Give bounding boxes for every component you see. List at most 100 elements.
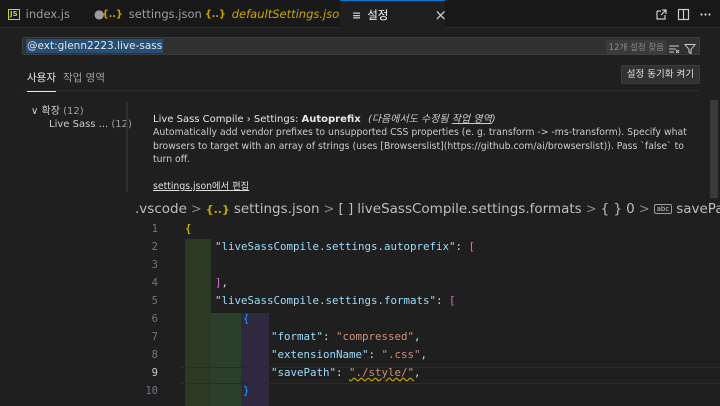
json-key: "liveSassCompile.settings.formats" xyxy=(215,294,437,307)
array-symbol-icon: [ ] xyxy=(338,201,354,217)
line-number: 6 xyxy=(151,313,158,325)
object-symbol-icon: { } xyxy=(600,201,623,217)
tab-label: index.js xyxy=(25,7,70,21)
bracket: [ xyxy=(468,240,476,253)
comma: , xyxy=(414,366,421,379)
line-number: 2 xyxy=(151,241,158,253)
tab-user-settings[interactable]: 사용자 xyxy=(27,70,56,92)
tab-label: defaultSettings.json xyxy=(231,7,347,21)
settings-search-input[interactable]: @ext:glenn2223.live-sass 12개 설정 찾음 xyxy=(22,37,700,55)
tab-label: settings.json xyxy=(128,7,202,21)
json-file-icon: {..} xyxy=(205,8,226,20)
tab-settings-editor[interactable]: ≡ 설정 × xyxy=(340,0,447,29)
breadcrumb-file[interactable]: settings.json xyxy=(234,201,320,217)
line-number: 3 xyxy=(151,259,158,271)
chevron-right-icon: > xyxy=(323,201,335,217)
json-string: "compressed" xyxy=(336,330,415,343)
tree-item-live-sass[interactable]: Live Sass ... (12) xyxy=(49,119,132,130)
json-string: ".css" xyxy=(381,348,421,361)
brace: { xyxy=(185,222,192,235)
json-string: "./style/" xyxy=(349,366,415,379)
setting-description: Automatically add vendor prefixes to uns… xyxy=(153,127,687,165)
line-number: 7 xyxy=(151,331,158,343)
brace: { xyxy=(243,312,250,325)
setting-focus-bar xyxy=(126,102,128,192)
current-line-highlight xyxy=(180,367,720,384)
colon: : xyxy=(336,366,350,379)
string-symbol-icon: abc xyxy=(653,204,673,214)
javascript-file-icon: JS xyxy=(8,8,20,20)
json-key: "format" xyxy=(271,330,324,343)
code-line: } xyxy=(243,382,250,400)
line-number: 5 xyxy=(151,295,158,307)
editor-actions xyxy=(655,0,712,28)
json-key: "savePath" xyxy=(271,366,337,379)
json-file-icon: {..} xyxy=(102,8,123,20)
line-number: 10 xyxy=(145,385,158,397)
tab-index-js[interactable]: JS index.js ● xyxy=(8,0,104,28)
breadcrumb-index[interactable]: 0 xyxy=(626,201,635,217)
setting-title: Live Sass Compile › Settings: Autoprefix… xyxy=(153,110,496,125)
code-line: "extensionName": ".css", xyxy=(271,346,427,364)
code-line: { xyxy=(243,310,250,328)
line-number: 4 xyxy=(151,277,158,289)
more-actions-icon[interactable] xyxy=(699,8,712,21)
code-line: "liveSassCompile.settings.autoprefix": [ xyxy=(215,238,475,256)
bracket: [ xyxy=(449,294,456,307)
indent-guide-level-2 xyxy=(211,313,241,406)
chevron-right-icon: > xyxy=(190,201,202,217)
breadcrumb-array[interactable]: liveSassCompile.settings.formats xyxy=(357,201,581,217)
setting-autoprefix: Live Sass Compile › Settings: Autoprefix… xyxy=(126,100,714,198)
note-prefix: (다음에서도 수정됨 xyxy=(367,114,452,125)
settings-file-icon: ≡ xyxy=(352,8,362,22)
split-editor-icon[interactable] xyxy=(677,8,690,21)
colon: : xyxy=(455,240,469,253)
workspace-link[interactable]: 작업 영역 xyxy=(452,114,492,125)
breadcrumb-folder[interactable]: .vscode xyxy=(135,201,187,217)
chevron-down-icon: ∨ xyxy=(31,106,39,117)
tab-label: 설정 xyxy=(367,8,389,22)
line-number: 1 xyxy=(151,223,158,235)
search-query-text: @ext:glenn2223.live-sass xyxy=(26,39,164,53)
turn-on-settings-sync-button[interactable]: 설정 동기화 켜기 xyxy=(620,65,700,84)
edit-in-settings-json-link[interactable]: settings.json에서 편집 xyxy=(153,178,249,192)
editor-tab-bar: JS index.js ● {..} settings.json {..} de… xyxy=(0,0,720,29)
chevron-right-icon: > xyxy=(638,201,650,217)
comma: , xyxy=(414,330,421,343)
filter-icon[interactable] xyxy=(683,40,697,59)
comma: , xyxy=(420,348,428,361)
setting-category: Live Sass Compile › Settings: xyxy=(153,114,302,125)
search-actions xyxy=(668,40,697,59)
json-key: "liveSassCompile.settings.autoprefix" xyxy=(215,240,456,253)
setting-key: Autoprefix xyxy=(301,114,361,125)
vertical-scrollbar[interactable] xyxy=(710,100,718,198)
colon: : xyxy=(323,330,337,343)
code-line: "format": "compressed", xyxy=(271,328,421,346)
line-number: 9 xyxy=(151,367,158,379)
tab-workspace-settings[interactable]: 작업 영역 xyxy=(63,70,105,85)
breadcrumb-key[interactable]: savePath xyxy=(676,201,720,217)
tab-settings-json[interactable]: {..} settings.json xyxy=(102,0,202,28)
search-result-count: 12개 설정 찾음 xyxy=(605,40,667,54)
header-divider xyxy=(22,90,700,91)
chevron-right-icon: > xyxy=(585,201,597,217)
line-number: 8 xyxy=(151,349,158,361)
code-line: { xyxy=(185,220,192,238)
colon: : xyxy=(368,348,382,361)
settings-json-editor[interactable]: .vscode > {..} settings.json > [ ] liveS… xyxy=(126,198,720,406)
setting-modified-note: (다음에서도 수정됨 작업 영역) xyxy=(368,114,496,125)
clear-filter-list-icon[interactable] xyxy=(668,40,680,59)
tree-group-extensions[interactable]: ∨ 확장 (12) xyxy=(31,102,84,117)
colon: : xyxy=(436,294,450,307)
open-settings-json-icon[interactable] xyxy=(655,8,668,21)
json-key: "extensionName" xyxy=(271,348,369,361)
breadcrumb: .vscode > {..} settings.json > [ ] liveS… xyxy=(135,198,720,220)
json-file-icon: {..} xyxy=(205,202,230,216)
note-suffix: ) xyxy=(491,114,496,125)
close-tab-icon[interactable]: × xyxy=(434,6,447,24)
tree-item-label: Live Sass ... xyxy=(49,119,109,130)
code-line: ], xyxy=(215,274,228,292)
tree-group-label: 확장 xyxy=(41,106,60,117)
comma: , xyxy=(221,276,229,289)
tree-group-count: (12) xyxy=(63,106,84,117)
